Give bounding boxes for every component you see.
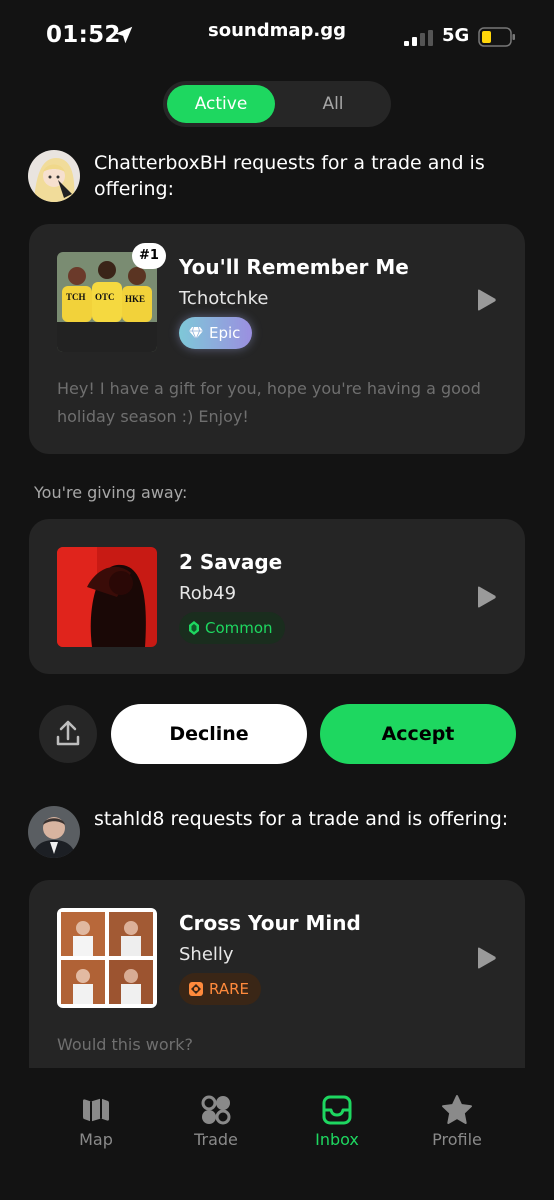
rarity-badge: Epic bbox=[179, 317, 253, 349]
tab-map[interactable]: Map bbox=[46, 1094, 146, 1149]
trade-request-text: stahld8 requests for a trade and is offe… bbox=[94, 808, 509, 830]
chart-rank-badge: #1 bbox=[132, 243, 166, 269]
cell-signal-icon bbox=[404, 30, 433, 46]
song-title: You'll Remember Me bbox=[179, 255, 409, 279]
avatar-image bbox=[28, 150, 80, 202]
gem-icon bbox=[189, 621, 199, 635]
tab-profile[interactable]: Profile bbox=[407, 1094, 507, 1149]
status-bar: 01:52 soundmap.gg 5G bbox=[0, 0, 554, 70]
diamond-icon bbox=[189, 327, 203, 339]
tab-inbox[interactable]: Inbox bbox=[287, 1094, 387, 1149]
star-icon bbox=[442, 1095, 472, 1124]
play-icon[interactable] bbox=[475, 586, 497, 608]
album-art bbox=[57, 547, 157, 647]
rarity-badge: Common bbox=[179, 612, 285, 644]
trade-request-text: ChatterboxBH requests for a trade and is… bbox=[94, 152, 485, 200]
requester-avatar[interactable] bbox=[28, 150, 80, 202]
album-art bbox=[57, 908, 157, 1008]
rarity-label: Common bbox=[205, 619, 273, 637]
rarity-badge: RARE bbox=[179, 973, 261, 1005]
tab-label: Map bbox=[79, 1130, 113, 1149]
accept-button[interactable]: Accept bbox=[320, 704, 516, 764]
song-title: Cross Your Mind bbox=[179, 911, 361, 935]
filter-segmented-control: Active All bbox=[163, 81, 391, 127]
song-artist: Tchotchke bbox=[179, 288, 269, 309]
svg-text:TCH: TCH bbox=[66, 292, 86, 302]
play-icon[interactable] bbox=[475, 947, 497, 969]
play-icon[interactable] bbox=[475, 289, 497, 311]
trade-icon bbox=[201, 1095, 231, 1125]
segment-all[interactable]: All bbox=[279, 85, 387, 123]
song-title: 2 Savage bbox=[179, 550, 283, 574]
song-artist: Rob49 bbox=[179, 583, 237, 604]
svg-text:HKE: HKE bbox=[125, 294, 145, 304]
tab-label: Profile bbox=[432, 1130, 482, 1149]
tab-trade[interactable]: Trade bbox=[166, 1094, 266, 1149]
giving-away-label: You're giving away: bbox=[34, 483, 188, 502]
svg-text:OTC: OTC bbox=[95, 292, 115, 302]
rarity-label: Epic bbox=[209, 324, 241, 342]
map-icon bbox=[83, 1098, 109, 1122]
tab-label: Trade bbox=[194, 1130, 238, 1149]
rare-gem-icon bbox=[189, 982, 203, 996]
site-address: soundmap.gg bbox=[208, 20, 346, 41]
trade-message: Hey! I have a gift for you, hope you're … bbox=[57, 379, 481, 426]
tab-label: Inbox bbox=[315, 1130, 359, 1149]
rarity-label: RARE bbox=[209, 980, 249, 998]
battery-icon bbox=[478, 27, 515, 47]
song-artist: Shelly bbox=[179, 944, 234, 965]
avatar-image bbox=[28, 806, 80, 858]
trade-message: Would this work? bbox=[57, 1035, 193, 1054]
decline-button[interactable]: Decline bbox=[111, 704, 307, 764]
requester-avatar[interactable] bbox=[28, 806, 80, 858]
giving-card[interactable]: 2 Savage Rob49 Common bbox=[29, 519, 525, 674]
share-icon bbox=[56, 720, 80, 746]
segment-active[interactable]: Active bbox=[167, 85, 275, 123]
network-type: 5G bbox=[442, 25, 470, 46]
offer-card[interactable]: TCH OTC HKE #1 You'll Remember Me Tchotc… bbox=[29, 224, 525, 454]
inbox-icon bbox=[322, 1095, 352, 1125]
bottom-tab-bar: Map Trade Inbox Profile bbox=[0, 1068, 554, 1200]
share-button[interactable] bbox=[39, 705, 97, 763]
